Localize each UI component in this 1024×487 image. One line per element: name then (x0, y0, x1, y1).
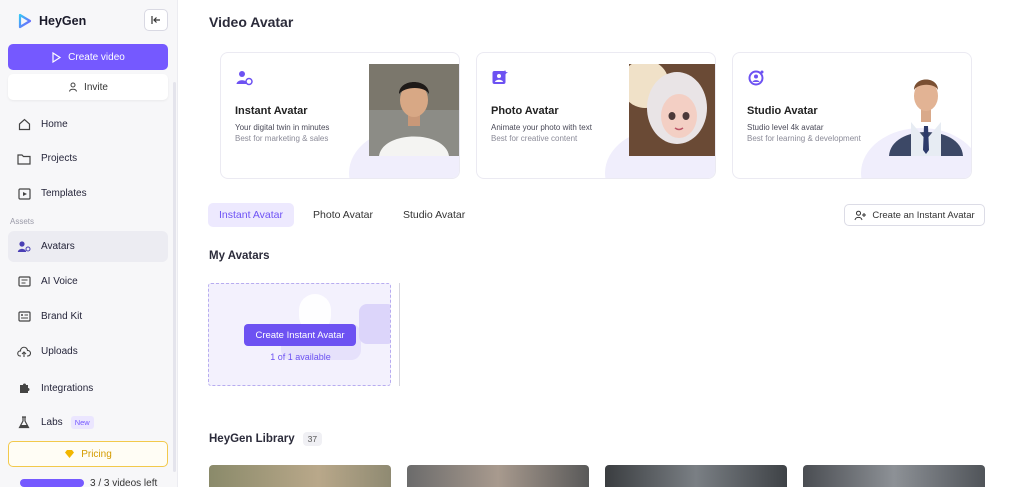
library-thumbnail[interactable] (803, 465, 985, 487)
sidebar-item-ai-voice[interactable]: AI Voice (8, 266, 168, 297)
sidebar-item-label: Templates (41, 188, 87, 199)
card-sub: Best for learning & development (747, 134, 861, 143)
pricing-label: Pricing (81, 448, 112, 460)
tab-studio-avatar[interactable]: Studio Avatar (392, 203, 476, 227)
avatar-icon (17, 240, 31, 254)
sidebar-item-labs[interactable]: Labs New (8, 407, 168, 438)
studio-avatar-image (881, 64, 971, 156)
library-thumbnail[interactable] (605, 465, 787, 487)
sidebar: HeyGen Create video Invite Home Projects… (0, 0, 178, 487)
usage-progress-bar (20, 479, 84, 487)
library-thumbnail[interactable] (209, 465, 391, 487)
card-desc: Animate your photo with text (491, 123, 592, 132)
photo-avatar-card[interactable]: Photo Avatar Animate your photo with tex… (476, 52, 716, 179)
add-person-icon (854, 210, 867, 220)
create-instant-avatar-label: Create an Instant Avatar (872, 209, 975, 221)
home-icon (17, 118, 31, 132)
invite-button[interactable]: Invite (8, 74, 168, 100)
availability-text: 1 of 1 available (270, 352, 331, 362)
collapse-sidebar-button[interactable] (144, 9, 168, 31)
sidebar-item-label: Labs (41, 417, 63, 428)
invite-label: Invite (84, 81, 108, 93)
create-video-button[interactable]: Create video (8, 44, 168, 70)
instant-avatar-icon (236, 71, 253, 86)
sidebar-item-projects[interactable]: Projects (8, 143, 168, 174)
card-title: Instant Avatar (235, 105, 308, 117)
sidebar-item-templates[interactable]: Templates (8, 178, 168, 209)
sidebar-item-integrations[interactable]: Integrations (8, 373, 168, 404)
library-thumbnail[interactable] (407, 465, 589, 487)
studio-avatar-card[interactable]: Studio Avatar Studio level 4k avatar Bes… (732, 52, 972, 179)
create-video-label: Create video (68, 51, 125, 63)
photo-avatar-image (629, 64, 715, 156)
sidebar-item-label: Avatars (41, 241, 75, 252)
tab-photo-avatar[interactable]: Photo Avatar (302, 203, 384, 227)
upload-icon (17, 345, 31, 359)
logo[interactable]: HeyGen (17, 11, 86, 31)
sidebar-scrollbar[interactable] (173, 82, 176, 472)
page-title: Video Avatar (209, 14, 294, 30)
new-badge: New (70, 416, 94, 429)
card-desc: Your digital twin in minutes (235, 123, 330, 132)
sidebar-item-uploads[interactable]: Uploads (8, 336, 168, 367)
person-icon (69, 82, 78, 92)
sidebar-item-label: Integrations (41, 383, 94, 394)
sidebar-item-brand-kit[interactable]: Brand Kit (8, 301, 168, 332)
create-avatar-tile[interactable]: Create Instant Avatar 1 of 1 available (208, 283, 391, 386)
voice-icon (17, 275, 31, 289)
my-avatars-title: My Avatars (209, 250, 270, 262)
brand-kit-icon (17, 310, 31, 324)
templates-icon (17, 187, 31, 201)
card-sub: Best for creative content (491, 134, 578, 143)
create-instant-avatar-tile-button[interactable]: Create Instant Avatar (244, 324, 356, 346)
pricing-button[interactable]: Pricing (8, 441, 168, 467)
library-header: HeyGen Library 37 (209, 432, 323, 446)
video-cursor-icon (52, 51, 62, 63)
divider (399, 283, 400, 386)
studio-avatar-icon (748, 70, 764, 86)
app-name: HeyGen (39, 14, 87, 28)
library-title: HeyGen Library (209, 433, 295, 445)
card-title: Photo Avatar (491, 105, 559, 117)
collapse-icon (151, 16, 160, 24)
usage-text: 3 / 3 videos left (90, 477, 158, 487)
tile-decoration (359, 304, 390, 344)
sidebar-item-label: Uploads (41, 346, 78, 357)
sidebar-item-label: AI Voice (41, 276, 78, 287)
avatar-type-tabs: Instant Avatar Photo Avatar Studio Avata… (208, 203, 476, 227)
photo-avatar-icon (492, 70, 508, 84)
sidebar-item-home[interactable]: Home (8, 109, 168, 140)
card-desc: Studio level 4k avatar (747, 123, 824, 132)
sidebar-item-label: Projects (41, 153, 78, 164)
instant-avatar-image (369, 64, 459, 156)
diamond-icon (65, 450, 75, 458)
library-count-badge: 37 (302, 432, 323, 446)
heygen-logo-icon (18, 13, 32, 29)
card-sub: Best for marketing & sales (235, 134, 329, 143)
sidebar-item-label: Home (41, 119, 68, 130)
create-instant-avatar-button[interactable]: Create an Instant Avatar (844, 204, 985, 226)
sidebar-item-label: Brand Kit (41, 311, 83, 322)
folder-icon (17, 152, 31, 166)
tab-instant-avatar[interactable]: Instant Avatar (208, 203, 295, 227)
instant-avatar-card[interactable]: Instant Avatar Your digital twin in minu… (220, 52, 460, 179)
card-title: Studio Avatar (747, 105, 818, 117)
assets-section-label: Assets (10, 217, 35, 226)
main-content: Video Avatar Instant Avatar Your digital… (178, 0, 1024, 487)
flask-icon (17, 416, 31, 430)
sidebar-item-avatars[interactable]: Avatars (8, 231, 168, 262)
video-usage: 3 / 3 videos left (20, 477, 170, 487)
puzzle-icon (17, 382, 31, 396)
